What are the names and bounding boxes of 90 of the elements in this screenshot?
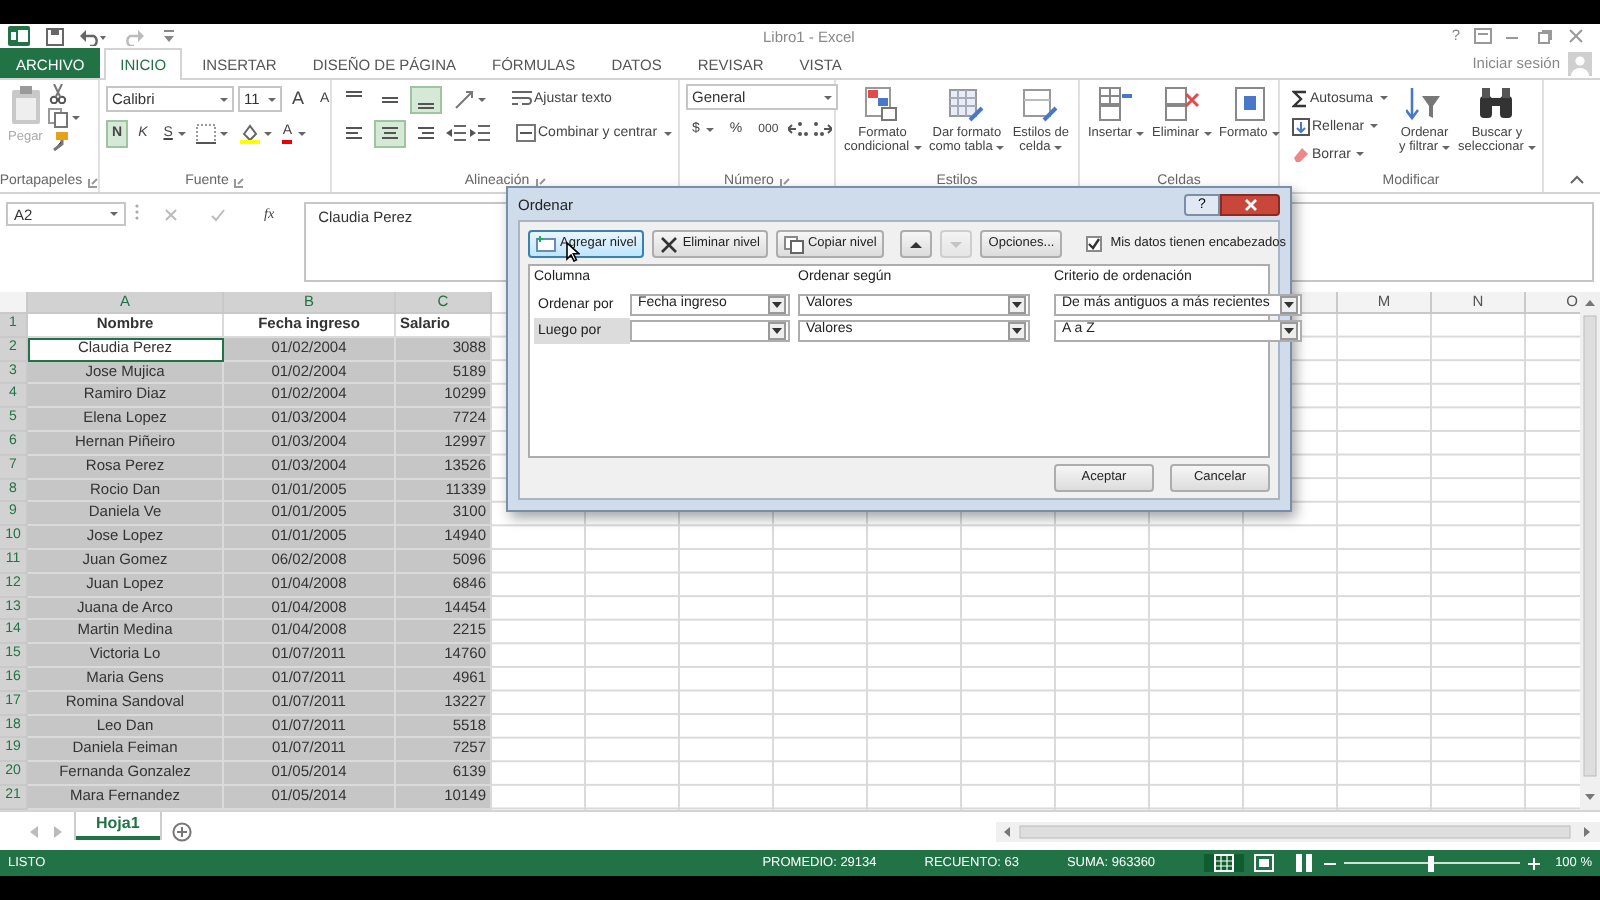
dialog-launcher-icon[interactable] [779,177,790,187]
undo-icon[interactable] [80,27,106,45]
caret-icon [913,146,922,151]
conditional-format-icon [864,86,901,122]
caret-icon [298,131,307,135]
fill-color-icon[interactable] [240,123,261,143]
orientation-icon[interactable] [454,89,474,109]
caret-icon [268,97,276,101]
format-cells-icon [1231,86,1268,122]
caret-icon [1054,146,1063,151]
cell-styles-icon [1022,86,1059,122]
dropdown-arrow-icon [772,302,782,308]
vertical-scrollbar[interactable] [1580,292,1600,810]
increase-decimal-icon[interactable] [788,120,809,138]
caret-icon [663,131,672,135]
cut-icon[interactable] [48,84,69,104]
sheet-tab[interactable]: Hoja1 [76,811,160,839]
caret-icon [72,116,81,120]
caret-icon [1203,132,1212,136]
normal-view-icon [1213,854,1234,872]
grip-icon [134,202,140,222]
grow-font-button[interactable]: A [286,85,311,113]
sigma-icon [1292,89,1308,107]
decrease-indent-icon[interactable] [446,124,466,142]
table-format-icon [948,86,985,122]
zoom-out-icon[interactable] [1323,857,1336,869]
zoom-slider-thumb[interactable] [1428,855,1435,871]
align-bottom-icon[interactable] [410,85,442,113]
align-center-icon[interactable] [374,119,406,147]
move-down-icon [948,237,965,251]
caret-icon [1442,146,1451,151]
binoculars-icon [1478,86,1515,122]
move-up-icon [908,237,925,251]
column-dropdown[interactable] [630,320,790,342]
dropdown-arrow-icon [772,328,782,334]
caret-icon [996,146,1005,151]
caret-icon [110,212,118,216]
caret-icon [705,127,714,131]
caret-icon [220,97,228,101]
move-up-button[interactable] [900,230,933,258]
caret-icon [1356,152,1365,156]
normal-view-button[interactable] [1203,854,1244,872]
decrease-decimal-icon[interactable] [812,120,833,138]
caret-icon [264,131,273,135]
zoom-in-icon[interactable] [1527,857,1540,869]
zoom-slider[interactable] [1343,855,1520,871]
caret-icon [1379,96,1388,100]
wrap-text-icon [512,90,532,108]
customize-icon[interactable] [164,30,174,42]
dropdown-arrow-icon [1284,302,1294,308]
page-break-icon [1293,854,1314,872]
dropdown-arrow-icon [1012,302,1022,308]
caret-icon [1527,146,1536,151]
dialog-launcher-icon[interactable] [234,177,245,187]
delete-cells-icon [1163,86,1200,122]
sort-filter-icon [1406,86,1443,122]
copy-level-icon [783,235,804,253]
collapse-ribbon-icon[interactable] [1570,174,1584,184]
caret-icon [1370,124,1379,128]
save-icon[interactable] [46,27,64,45]
caret-icon [478,97,486,101]
delete-level-icon [660,235,679,253]
close-button[interactable] [1220,193,1280,215]
insert-cells-icon [1098,86,1135,122]
add-level-icon [536,235,556,253]
close-icon [1243,197,1257,211]
fill-down-icon [1292,117,1310,135]
page-layout-icon [1253,854,1274,872]
borders-icon[interactable] [196,123,217,143]
check-icon [1088,238,1101,250]
ribbon-display-icon[interactable] [1468,28,1496,44]
dialog-launcher-icon[interactable] [88,177,99,187]
dropdown-arrow-icon [1012,328,1022,334]
dialog-launcher-icon[interactable] [535,177,546,187]
excel-logo-icon[interactable] [8,26,30,46]
caret-icon [1136,132,1145,136]
caret-icon [1271,132,1280,136]
caret-icon [178,131,187,135]
horizontal-scrollbar[interactable] [996,821,1600,841]
caret-icon [824,95,832,99]
merge-icon [516,124,536,142]
eraser-icon [1292,145,1310,163]
add-sheet-icon[interactable] [171,821,192,841]
caret-icon [220,131,229,135]
copy-icon[interactable] [48,108,69,128]
increase-indent-icon[interactable] [470,124,490,142]
checkbox[interactable] [1086,236,1103,252]
format-painter-icon[interactable] [48,132,69,152]
clipboard-icon [9,86,42,126]
dropdown-arrow-icon [1284,328,1294,334]
